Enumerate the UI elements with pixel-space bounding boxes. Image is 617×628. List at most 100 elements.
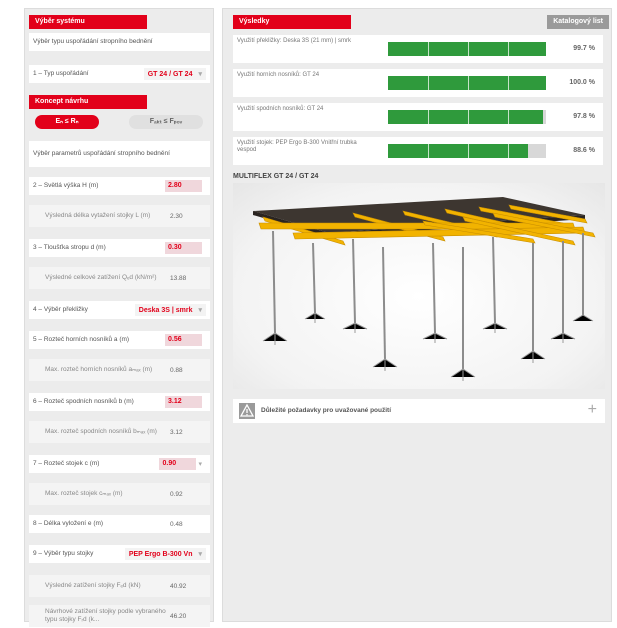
param-label: Max. rozteč horních nosníků aₘₐₓ (m) [45, 366, 153, 373]
input-param-row: 6 – Rozteč spodních nosníků b (m) 3.12 [29, 393, 210, 411]
utilization-bar-fill [388, 110, 543, 124]
utilization-bar [388, 110, 546, 124]
bar-segment-divider [508, 76, 509, 90]
bar-segment-divider [428, 76, 429, 90]
chevron-down-icon: ▾ [198, 71, 202, 78]
utilization-row: Využití spodních nosníků: GT 24 97.8 % [233, 103, 603, 131]
concept-toggle-fakt-fdov[interactable]: Fₐₖₜ ≤ Fₚₒᵥ [129, 115, 203, 129]
formwork-illustration [253, 197, 596, 381]
param-input[interactable]: 2.80 [165, 180, 202, 192]
utilization-percent: 100.0 % [569, 79, 595, 86]
requirements-label: Důležité požadavky pro uvažované použití [261, 407, 392, 414]
utilization-bar [388, 42, 546, 56]
params-description: Výběr parametrů uspořádání stropního bed… [29, 141, 210, 167]
param-value: 0.48 [170, 520, 183, 528]
utilization-label: Využití stojek: PEP Ergo B-300 Vnitřní t… [237, 140, 357, 153]
param-label: Výsledné celkové zatížení Qₑd (kN/m²) [45, 274, 157, 281]
utilization-row: Využití překližky: Deska 3S (21 mm) | sm… [233, 35, 603, 63]
utilization-label: Využití spodních nosníků: GT 24 [237, 106, 324, 112]
bar-segment-divider [508, 144, 509, 158]
bar-segment-divider [428, 42, 429, 56]
parameters-panel: Výběr systému Výběr typu uspořádání stro… [24, 8, 214, 627]
param-label: Výsledná délka vytažení stojky L (m) [45, 212, 151, 219]
param-value: 3.12 [170, 428, 183, 436]
chevron-down-icon: ▾ [198, 551, 202, 558]
param-label: 8 – Délka vyložení e (m) [33, 520, 104, 527]
chevron-down-icon[interactable]: ▾ [198, 460, 202, 468]
param-label: 7 – Rozteč stojek c (m) [33, 460, 100, 467]
plus-icon[interactable]: + [588, 401, 597, 419]
layout-type-select[interactable]: GT 24 / GT 24 ▾ [143, 68, 206, 80]
param-label: 9 – Výběr typu stojky [33, 550, 94, 557]
utilization-row: Využití horních nosníků: GT 24 100.0 % [233, 69, 603, 97]
utilization-bar-fill [388, 144, 528, 158]
bar-segment-divider [508, 42, 509, 56]
prop-tripods [262, 312, 594, 381]
utilization-percent: 88.6 % [573, 147, 595, 154]
bar-segment-divider [468, 110, 469, 124]
param-value: 46.20 [170, 612, 187, 620]
results-section-header: Výsledky [233, 15, 351, 29]
computed-param-row: Max. rozteč stojek cₘₐₓ (m) 0.92 [29, 483, 210, 505]
bar-segment-divider [468, 144, 469, 158]
bar-segment-divider [468, 42, 469, 56]
input-param-row: 7 – Rozteč stojek c (m) 0.90 ▾ [29, 455, 210, 473]
param-value: 40.92 [170, 582, 187, 590]
param-select[interactable]: Deska 3S | smrk ▾ [134, 304, 206, 316]
param-label: Návrhové zatížení stojky podle vybraného… [45, 608, 166, 623]
warning-icon [239, 403, 255, 419]
param-label: 4 – Výběr překližky [33, 306, 88, 313]
param-input[interactable]: 0.30 [165, 242, 202, 254]
param-label: Max. rozteč spodních nosníků bₘₐₓ (m) [45, 428, 157, 435]
concept-section-header: Koncept návrhu [29, 95, 147, 109]
input-param-row: 4 – Výběr překližky Deska 3S | smrk ▾ [29, 301, 210, 319]
computed-param-row: Výsledné celkové zatížení Qₑd (kN/m²) 13.… [29, 267, 210, 289]
param-select[interactable]: PEP Ergo B-300 Vn ▾ [124, 548, 206, 560]
steel-props [272, 230, 584, 369]
bar-segment-divider [508, 110, 509, 124]
utilization-percent: 97.8 % [573, 113, 595, 120]
input-param-row: 3 – Tloušťka stropu d (m) 0.30 [29, 239, 210, 257]
param-label: 3 – Tloušťka stropu d (m) [33, 244, 106, 251]
concept-toggle-ed-rd[interactable]: Eₙ ≤ Rₙ [35, 115, 99, 129]
param-value: 0.88 [170, 366, 183, 374]
computed-param-row: Max. rozteč horních nosníků aₘₐₓ (m) 0.88 [29, 359, 210, 381]
computed-param-row: Max. rozteč spodních nosníků bₘₐₓ (m) 3.1… [29, 421, 210, 443]
system-description: Výběr typu uspořádání stropního bednění [29, 33, 210, 51]
requirements-accordion[interactable]: Důležité požadavky pro uvažované použití… [233, 399, 605, 423]
param-label: 2 – Světlá výška H (m) [33, 182, 99, 189]
param-value: 2.30 [170, 212, 183, 220]
catalog-sheet-button[interactable]: Katalogový list [547, 15, 609, 29]
param-input[interactable]: 0.56 [165, 334, 202, 346]
param-label: Max. rozteč stojek cₘₐₓ (m) [45, 490, 123, 497]
bar-segment-divider [428, 110, 429, 124]
param-input[interactable]: 3.12 [165, 396, 202, 408]
computed-param-row: Návrhové zatížení stojky podle vybraného… [29, 605, 210, 627]
utilization-row: Využití stojek: PEP Ergo B-300 Vnitřní t… [233, 137, 603, 165]
diagram-title: MULTIFLEX GT 24 / GT 24 [233, 173, 319, 180]
computed-param-row: Výsledné zatížení stojky Fₑd (kN) 40.92 [29, 575, 210, 597]
bar-segment-divider [468, 76, 469, 90]
bar-segment-divider [428, 144, 429, 158]
layout-type-row: 1 – Typ uspořádání GT 24 / GT 24 ▾ [29, 65, 210, 83]
utilization-bar [388, 76, 546, 90]
param-value: 0.92 [170, 490, 183, 498]
formwork-3d-image [233, 183, 605, 389]
chevron-down-icon: ▾ [198, 307, 202, 314]
utilization-percent: 99.7 % [573, 45, 595, 52]
param-label: Výsledné zatížení stojky Fₑd (kN) [45, 582, 141, 589]
utilization-bar [388, 144, 546, 158]
results-panel: Výsledky Katalogový list Využití překliž… [222, 8, 612, 622]
system-section-header: Výběr systému [29, 15, 147, 29]
utilization-bar-fill [388, 76, 546, 90]
param-input[interactable]: 0.90 [159, 458, 197, 470]
param-label: 6 – Rozteč spodních nosníků b (m) [33, 398, 134, 405]
utilization-label: Využití horních nosníků: GT 24 [237, 72, 320, 78]
param-value: 13.88 [170, 274, 187, 282]
computed-param-row: Výsledná délka vytažení stojky L (m) 2.30 [29, 205, 210, 227]
utilization-label: Využití překližky: Deska 3S (21 mm) | sm… [237, 38, 352, 44]
input-param-row: 8 – Délka vyložení e (m) 0.48 [29, 515, 210, 533]
input-param-row: 2 – Světlá výška H (m) 2.80 [29, 177, 210, 195]
param-label: 5 – Rozteč horních nosníků a (m) [33, 336, 130, 343]
input-param-row: 5 – Rozteč horních nosníků a (m) 0.56 [29, 331, 210, 349]
